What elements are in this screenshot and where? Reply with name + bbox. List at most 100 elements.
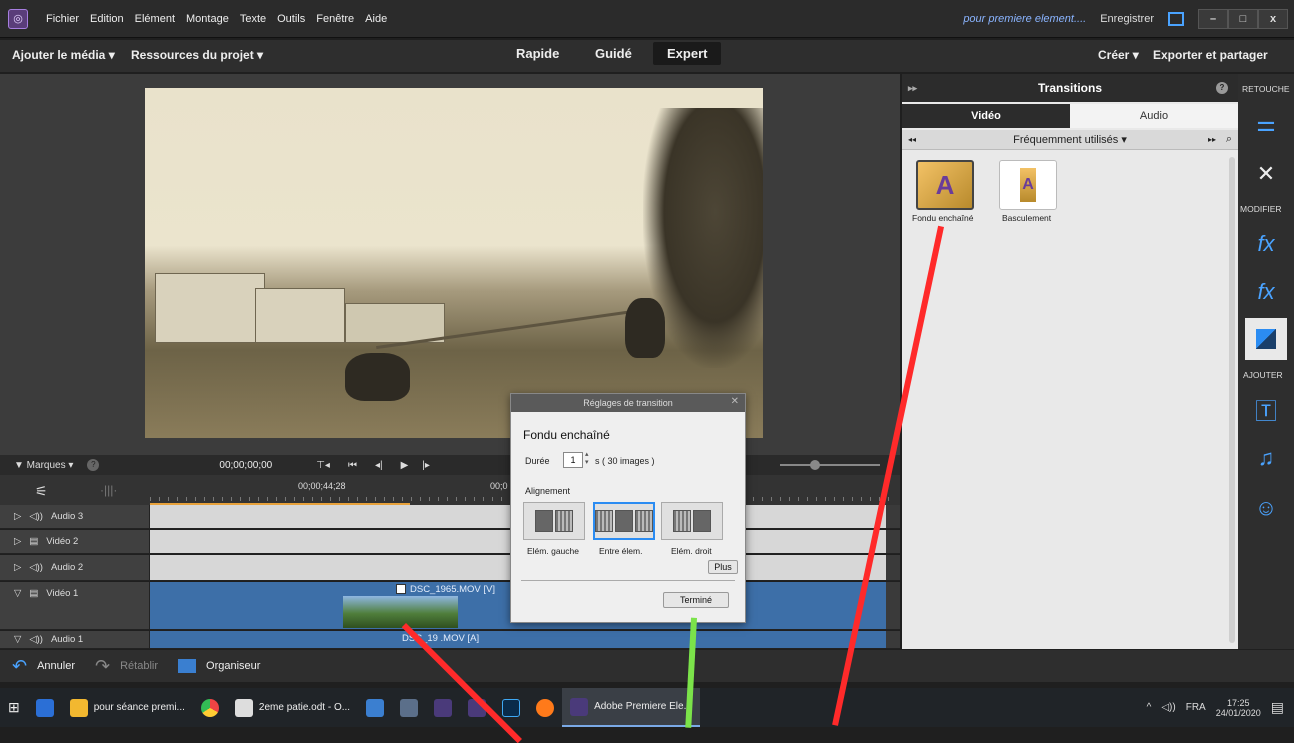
volume-icon[interactable]: ◁)) (1161, 702, 1175, 713)
redo-button[interactable]: Rétablir (120, 660, 158, 672)
align-right-option[interactable] (661, 502, 723, 540)
clock-date: 24/01/2020 (1215, 707, 1261, 718)
organizer-button[interactable]: Organiseur (206, 660, 260, 672)
export-share-button[interactable]: Exporter et partager (1153, 48, 1268, 62)
action-bar: ↶ Annuler ↷ Rétablir Organiseur (0, 650, 1294, 682)
collapse-icon[interactable]: ▽ (14, 588, 21, 599)
adjust-icon[interactable]: ⚌ (1252, 110, 1280, 138)
tab-expert[interactable]: Expert (653, 42, 722, 65)
chrome-icon[interactable] (193, 688, 227, 727)
tab-guide[interactable]: Guidé (595, 46, 632, 61)
close-button[interactable]: x (1258, 8, 1288, 29)
panel-title: ▸▸ Transitions ? (902, 74, 1238, 102)
redo-icon[interactable]: ↷ (95, 656, 110, 677)
track-name: Vidéo 1 (46, 588, 79, 599)
duration-input[interactable]: 1 (563, 452, 583, 468)
marks-menu[interactable]: ▼ Marques ▾ (14, 460, 73, 471)
maximize-button[interactable]: □ (1228, 8, 1258, 29)
tools-icon[interactable]: ⚟ (35, 483, 48, 500)
step-forward-icon[interactable]: |▸ (422, 460, 430, 471)
ruler-timecode: 00;00;44;28 (298, 481, 346, 491)
close-icon[interactable]: ✕ (731, 396, 739, 407)
taskview-icon[interactable] (28, 688, 62, 727)
more-button[interactable]: Plus (708, 560, 738, 574)
organizer-icon[interactable] (178, 659, 197, 673)
premiere-icon[interactable] (426, 688, 460, 727)
applied-effects-icon[interactable]: fx (1252, 230, 1280, 258)
app-icon[interactable] (358, 688, 392, 727)
undo-button[interactable]: Annuler (37, 660, 75, 672)
expand-icon[interactable]: ▷ (14, 536, 21, 547)
help-icon[interactable]: ? (1216, 82, 1228, 94)
step-back-icon[interactable]: ◂| (375, 460, 383, 471)
collapse-panel-icon[interactable]: ▸▸ (908, 83, 917, 94)
app-icon[interactable] (392, 688, 426, 727)
align-center-option[interactable] (593, 502, 655, 540)
expand-icon[interactable]: ▽ (14, 634, 21, 645)
track-audio-3: ▷ ◁)) Audio 3 (0, 505, 900, 529)
taskbar-folder[interactable]: pour séance premi... (62, 688, 193, 727)
minimize-button[interactable]: – (1198, 8, 1228, 29)
graphics-icon[interactable]: ☺ (1252, 494, 1280, 522)
notification-icon[interactable]: ▤ (1271, 699, 1284, 716)
panel-scrollbar[interactable] (1229, 157, 1235, 643)
menu-edition[interactable]: Edition (90, 13, 124, 25)
add-media-button[interactable]: Ajouter le média ▾ (12, 48, 115, 62)
taskbar-writer[interactable]: 2eme patie.odt - O... (227, 688, 358, 727)
menu-outils[interactable]: Outils (277, 13, 305, 25)
premiere-elements-icon[interactable]: ◎ (8, 8, 28, 29)
clock[interactable]: 17:25 24/01/2020 (1216, 698, 1261, 718)
help-icon[interactable]: ? (87, 459, 100, 471)
tab-video[interactable]: Vidéo (902, 104, 1070, 128)
search-icon[interactable]: ⌕ (1226, 133, 1232, 146)
next-icon[interactable]: ▸▸ (1208, 135, 1216, 144)
transition-thumb-basculement[interactable]: A (999, 160, 1057, 210)
screen-icon[interactable] (1168, 11, 1184, 26)
track-name: Audio 2 (50, 562, 84, 573)
firefox-icon[interactable] (528, 688, 562, 727)
menu-fenetre[interactable]: Fenêtre (316, 13, 354, 25)
menu-montage[interactable]: Montage (186, 13, 229, 25)
menu-aide[interactable]: Aide (365, 13, 387, 25)
tab-rapide[interactable]: Rapide (516, 46, 559, 61)
zoom-slider[interactable] (780, 464, 880, 466)
menu-element[interactable]: Elément (135, 13, 175, 25)
transition-marker[interactable] (396, 584, 406, 594)
tools-icon[interactable]: ✕ (1252, 160, 1280, 188)
tray-chevron-icon[interactable]: ^ (1147, 702, 1152, 713)
expand-icon[interactable]: ▷ (14, 562, 21, 573)
menu-fichier[interactable]: Fichier (46, 13, 79, 25)
expand-icon[interactable]: ▷ (14, 511, 21, 522)
transitions-icon[interactable] (1245, 318, 1287, 360)
undo-icon[interactable]: ↶ (12, 656, 27, 677)
title-icon[interactable]: 🅃 (1252, 396, 1280, 424)
effects-icon[interactable]: fx (1252, 278, 1280, 306)
transition-thumb-fondu[interactable]: A (916, 160, 974, 210)
stepper-icon[interactable]: ▴ ▾ (585, 451, 589, 467)
video-preview (145, 88, 763, 438)
taskbar-premiere-active[interactable]: Adobe Premiere Ele... (562, 688, 700, 727)
tab-audio[interactable]: Audio (1070, 104, 1238, 128)
windows-start-icon[interactable]: ⊞ (0, 688, 28, 727)
menu-texte[interactable]: Texte (240, 13, 266, 25)
prev-icon[interactable]: ◂◂ (908, 135, 916, 144)
save-button[interactable]: Enregistrer (1100, 13, 1154, 25)
clip-thumbnail[interactable] (343, 596, 458, 628)
tool-sidebar: RETOUCHE ⚌ ✕ MODIFIER fx fx AJOUTER 🅃 ♫ … (1238, 74, 1294, 649)
project-resources-button[interactable]: Ressources du projet ▾ (131, 48, 263, 62)
audio-wave-icon[interactable]: ·|||· (100, 483, 117, 497)
track-name: Audio 1 (50, 634, 84, 645)
language-indicator[interactable]: FRA (1186, 702, 1206, 713)
set-in-icon[interactable]: ⊤◂ (316, 460, 330, 471)
done-button[interactable]: Terminé (663, 592, 729, 608)
track-lane[interactable] (150, 631, 886, 648)
transport-bar: ▼ Marques ▾ ? 00;00;00;00 ⊤◂ ⏮ ◂| ▶ |▸ (0, 455, 900, 475)
align-option-label: Elém. gauche (527, 546, 579, 556)
align-left-option[interactable] (523, 502, 585, 540)
create-button[interactable]: Créer ▾ (1098, 48, 1139, 62)
play-icon[interactable]: ▶ (401, 460, 409, 471)
category-filter[interactable]: ◂◂ Fréquemment utilisés ▾ ▸▸ ⌕ (902, 130, 1238, 150)
go-start-icon[interactable]: ⏮ (348, 460, 357, 471)
music-icon[interactable]: ♫ (1252, 444, 1280, 472)
zoom-handle[interactable] (810, 460, 820, 470)
